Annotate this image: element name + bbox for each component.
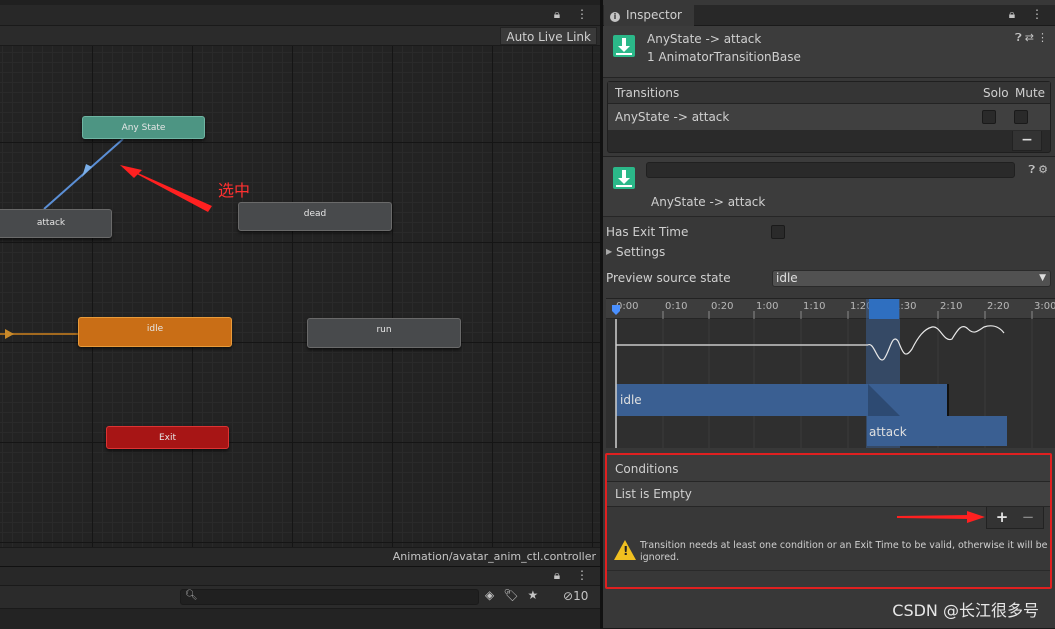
- idle-clip-bar: [616, 384, 947, 416]
- state-node-attack[interactable]: attack: [0, 209, 112, 238]
- playhead-marker: [612, 305, 620, 315]
- attack-clip-label: attack: [869, 425, 907, 439]
- transition-label: AnyState -> attack: [651, 195, 766, 209]
- inspector-tab-bar: i Inspector 🔒︎ ⋮: [603, 5, 1055, 26]
- conditions-buttons: + −: [986, 507, 1044, 529]
- conditions-empty-text: List is Empty: [607, 482, 1050, 507]
- tab-inspector[interactable]: i Inspector: [604, 5, 694, 26]
- preview-source-state-select[interactable]: idle ▼: [772, 270, 1051, 287]
- transitions-heading: Transitions: [615, 86, 680, 100]
- annotation-arrow-icon: [897, 511, 985, 523]
- list-item[interactable]: AnyState -> attack: [608, 104, 1050, 130]
- controller-path: Animation/avatar_anim_ctl.controller: [392, 550, 596, 563]
- state-node-any-state[interactable]: Any State: [82, 116, 205, 139]
- hidden-count: 10: [573, 589, 589, 603]
- inspector-panel: i Inspector 🔒︎ ⋮ AnyState -> attack 1 Ani…: [603, 0, 1055, 628]
- inspector-subtitle: 1 AnimatorTransitionBase: [647, 50, 801, 64]
- state-node-idle[interactable]: idle: [78, 317, 232, 347]
- annotation-arrowhead-icon: [120, 165, 142, 178]
- transitions-header: Transitions Solo Mute: [608, 82, 1050, 104]
- state-node-run[interactable]: run: [307, 318, 461, 348]
- project-lock-icon[interactable]: 🔒︎ ⋮: [554, 568, 594, 583]
- warning-icon: !: [614, 540, 636, 560]
- transition-arrow-icon: [82, 164, 92, 177]
- auto-live-link-button[interactable]: Auto Live Link: [500, 27, 597, 45]
- state-node-dead[interactable]: dead: [238, 202, 392, 231]
- has-exit-time-label: Has Exit Time: [606, 225, 689, 239]
- solo-column-label: Solo: [983, 86, 1009, 100]
- has-exit-time-checkbox[interactable]: [771, 225, 785, 239]
- project-filter-icons: ◈ 🏷︎ ★: [485, 588, 547, 606]
- inspector-title: AnyState -> attack: [647, 32, 762, 46]
- animator-tab-bar: 🔒︎ ⋮: [0, 5, 600, 26]
- animator-toolbar: Auto Live Link: [0, 26, 600, 46]
- state-node-exit[interactable]: Exit: [106, 426, 229, 449]
- project-panel: 🔒︎ ⋮ 🔍︎ ◈ 🏷︎ ★ ⊘10: [0, 566, 600, 629]
- remove-transition-button[interactable]: −: [1012, 131, 1042, 151]
- solo-checkbox[interactable]: [982, 110, 996, 124]
- project-toolbar: 🔍︎ ◈ 🏷︎ ★ ⊘10: [0, 586, 600, 609]
- conditions-heading: Conditions: [607, 455, 1050, 482]
- preview-source-state-label: Preview source state: [606, 271, 731, 285]
- transition-timeline[interactable]: 0:00 0:10 0:20 1:00 1:10 1:20 1:30 2:10 …: [606, 298, 1055, 448]
- remove-condition-button[interactable]: −: [1017, 508, 1039, 526]
- entry-arrow-icon: [5, 329, 14, 339]
- add-condition-button[interactable]: +: [991, 508, 1013, 526]
- preview-source-state-value: idle: [776, 271, 798, 285]
- filter-by-label-icon[interactable]: 🏷︎: [503, 588, 518, 602]
- transition-row-label: AnyState -> attack: [615, 110, 730, 124]
- state-graph[interactable]: Any State attack dead idle run Exit 选中: [0, 46, 600, 547]
- help-settings-icons[interactable]: ❓︎⇄⋮: [1015, 31, 1051, 45]
- transition-icon: [613, 167, 635, 189]
- transition-range-marker: [869, 299, 899, 319]
- annotation-label: 选中: [218, 181, 251, 200]
- inspector-header: AnyState -> attack 1 AnimatorTransitionB…: [603, 26, 1055, 78]
- info-icon: i: [610, 12, 620, 22]
- idle-clip-label: idle: [620, 393, 642, 407]
- settings-foldout[interactable]: Settings: [616, 245, 665, 259]
- transition-icon: [613, 35, 635, 57]
- help-settings-icons[interactable]: ❓︎⚙︎: [1029, 163, 1051, 177]
- transition-name-field[interactable]: [646, 162, 1015, 178]
- conditions-list: Conditions List is Empty + − ! Transitio…: [605, 453, 1052, 589]
- project-body: [0, 609, 600, 629]
- mute-checkbox[interactable]: [1014, 110, 1028, 124]
- favorites-star-icon[interactable]: ★: [527, 588, 538, 602]
- timeline-graphics: [612, 299, 1033, 448]
- divider: [607, 570, 1050, 571]
- animator-status-bar: Animation/avatar_anim_ctl.controller: [0, 547, 600, 566]
- transition-section: ❓︎⚙︎ AnyState -> attack: [603, 157, 1055, 217]
- transitions-list: Transitions Solo Mute AnyState -> attack…: [607, 81, 1051, 153]
- mute-column-label: Mute: [1015, 86, 1046, 100]
- watermark: CSDN @长江很多号: [892, 601, 1039, 620]
- foldout-arrow-icon[interactable]: ▶: [606, 247, 612, 256]
- animator-lock-icon[interactable]: 🔒︎ ⋮: [554, 7, 594, 22]
- project-tab-bar: 🔒︎ ⋮: [0, 567, 600, 586]
- hidden-packages-toggle[interactable]: ⊘10: [563, 589, 588, 603]
- tab-inspector-label: Inspector: [626, 8, 682, 22]
- chevron-down-icon: ▼: [1039, 273, 1046, 283]
- eye-slash-icon: ⊘: [563, 589, 574, 603]
- filter-by-type-icon[interactable]: ◈: [485, 588, 494, 602]
- search-input[interactable]: 🔍︎: [180, 589, 479, 605]
- search-icon: 🔍︎: [185, 590, 198, 601]
- inspector-lock-icon[interactable]: 🔒︎ ⋮: [1009, 7, 1049, 22]
- warning-message: Transition needs at least one condition …: [640, 540, 1048, 563]
- animator-panel: 🔒︎ ⋮ Auto Live Link Any State attack dea…: [0, 0, 600, 566]
